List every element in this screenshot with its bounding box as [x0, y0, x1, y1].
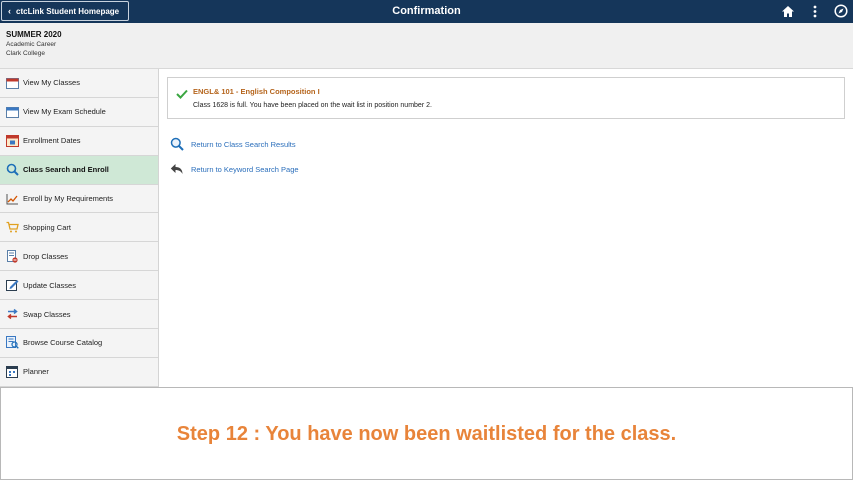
cart-icon [5, 220, 19, 234]
checkmark-icon [176, 86, 188, 99]
return-to-class-search-link[interactable]: Return to Class Search Results [169, 136, 296, 152]
planner-icon [5, 365, 19, 379]
confirmation-message-box: ENGL& 101 - English Composition I Class … [167, 77, 845, 119]
catalog-icon [5, 336, 19, 350]
sidebar-item-label: View My Classes [23, 78, 80, 88]
sidebar-item-label: Enroll by My Requirements [23, 194, 114, 203]
more-vertical-icon[interactable] [807, 3, 823, 19]
sidebar-item-label: Browse Course Catalog [23, 338, 103, 348]
search-icon [169, 136, 185, 152]
drop-icon [5, 249, 19, 263]
sidebar-item-label: Class Search and Enroll [23, 165, 109, 175]
sidebar-item-label: Swap Classes [23, 309, 71, 319]
sidebar-item-view-my-exam-schedule[interactable]: View My Exam Schedule [0, 98, 158, 127]
sidebar-item-label: View My Exam Schedule [23, 107, 106, 117]
exam-calendar-icon [5, 105, 19, 119]
sidebar-item-drop-classes[interactable]: Drop Classes [0, 242, 158, 272]
sidebar-item-enrollment-dates[interactable]: Enrollment Dates [0, 127, 158, 156]
sidebar: View My Classes View My Exam Schedule En… [0, 69, 159, 387]
return-to-class-search-label[interactable]: Return to Class Search Results [191, 140, 296, 149]
career-label: Academic Career [6, 41, 57, 48]
sidebar-item-view-my-classes[interactable]: View My Classes [0, 69, 158, 98]
sidebar-item-enroll-by-my-requirements[interactable]: Enroll by My Requirements [0, 185, 158, 214]
institution-label: Clark College [6, 50, 46, 57]
term-label: SUMMER 2020 [6, 30, 62, 39]
sidebar-item-label: Update Classes [23, 280, 76, 290]
message-text: Class 1628 is full. You have been placed… [193, 102, 432, 109]
sidebar-item-label: Shopping Cart [23, 222, 71, 232]
search-icon [5, 163, 19, 177]
message-title: ENGL& 101 - English Composition I [193, 87, 320, 96]
sidebar-item-shopping-cart[interactable]: Shopping Cart [0, 213, 158, 243]
main-content: ENGL& 101 - English Composition I Class … [160, 69, 853, 387]
instruction-caption: Step 12 : You have now been waitlisted f… [0, 387, 853, 480]
caption-text: Step 12 : You have now been waitlisted f… [176, 423, 677, 445]
sidebar-item-label: Drop Classes [23, 251, 69, 261]
return-to-keyword-search-label[interactable]: Return to Keyword Search Page [191, 165, 299, 174]
career-header: SUMMER 2020 Academic Career Clark Colleg… [0, 23, 853, 69]
calendar-icon [5, 76, 19, 90]
sidebar-item-class-search-and-enroll[interactable]: Class Search and Enroll [0, 155, 158, 185]
return-to-keyword-search-link[interactable]: Return to Keyword Search Page [169, 161, 299, 177]
sidebar-item-planner[interactable]: Planner [0, 358, 158, 387]
navigator-icon[interactable] [833, 3, 849, 19]
edit-icon [5, 278, 19, 292]
chart-icon [5, 192, 19, 206]
back-button-label: ctcLink Student Homepage [16, 6, 120, 16]
back-to-homepage-button[interactable]: ‹ ctcLink Student Homepage [1, 1, 129, 21]
sidebar-item-label: Planner [23, 367, 49, 377]
sidebar-item-label: Enrollment Dates [23, 136, 81, 146]
sidebar-item-swap-classes[interactable]: Swap Classes [0, 300, 158, 330]
sidebar-item-browse-course-catalog[interactable]: Browse Course Catalog [0, 329, 158, 358]
return-arrow-icon [169, 161, 185, 177]
chevron-left-icon: ‹ [8, 6, 11, 16]
sidebar-item-update-classes[interactable]: Update Classes [0, 271, 158, 301]
calendar-date-icon [5, 134, 19, 148]
swap-icon [5, 307, 19, 321]
home-icon[interactable] [780, 3, 796, 19]
app-header: ‹ ctcLink Student Homepage Confirmation [0, 0, 853, 23]
